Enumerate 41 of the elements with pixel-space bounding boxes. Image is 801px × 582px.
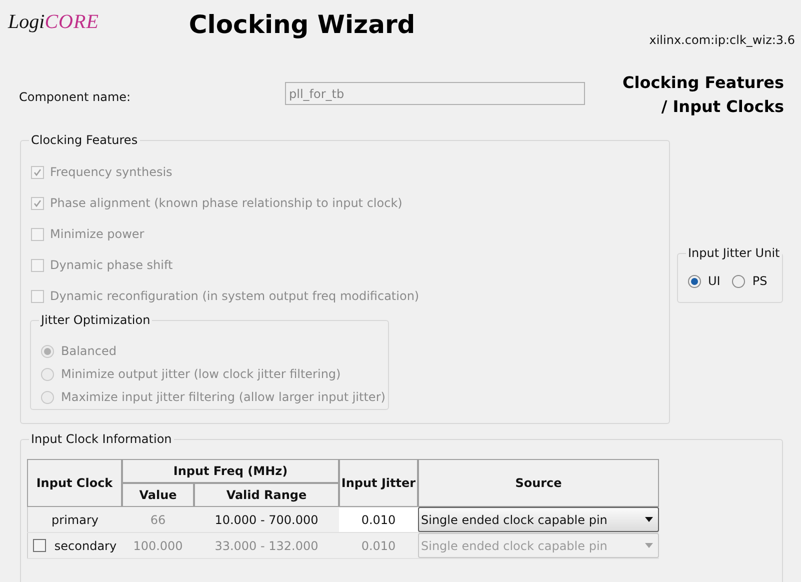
field-label: Component name: [19, 89, 132, 106]
radio-label: Maximize input jitter filtering (allow larger input jitter) [61, 389, 386, 406]
column-header: Input Jitter [339, 459, 418, 507]
version-label: xilinx.com:ip:clk_wiz:3.6 [649, 32, 795, 49]
checkbox-label: Phase alignment (known phase relationship to input clock) [50, 195, 402, 212]
column-header: Value [122, 483, 194, 507]
table-cell-text: 33.000 - 132.000 [214, 538, 318, 554]
radio-label: Balanced [61, 343, 116, 360]
checkbox-label: Dynamic phase shift [50, 257, 173, 274]
radio-label: Minimize output jitter (low clock jitter filtering) [61, 366, 341, 383]
radio-label: UI [708, 273, 720, 290]
table-cell-text: 100.000 [133, 538, 183, 554]
checkbox-label: Frequency synthesis [50, 164, 172, 181]
group-title: Input Jitter Unit [686, 245, 782, 261]
column-header: Input Freq (MHz) [122, 459, 339, 483]
window-title: Clocking Wizard [188, 9, 416, 41]
radio-button[interactable] [732, 274, 746, 288]
caret-icon [645, 543, 653, 548]
page-heading: Clocking Features / Input Clocks [622, 72, 784, 118]
source-dropdown[interactable]: Single ended clock capable pin [418, 507, 659, 532]
checkbox-label: Minimize power [50, 226, 144, 243]
radio-button[interactable] [688, 274, 701, 288]
group-title: Jitter Optimization [39, 312, 152, 328]
column-header: Input Clock [27, 459, 122, 507]
checkbox[interactable] [33, 539, 46, 552]
group-title: Input Clock Information [29, 431, 174, 447]
group-title: Clocking Features [29, 132, 140, 148]
checkmark-icon [33, 168, 42, 176]
caret-icon [645, 517, 653, 522]
table-cell-text: secondary [54, 538, 117, 554]
checkbox-label: Dynamic reconfiguration (in system output freq modification) [50, 288, 420, 305]
column-header: Valid Range [194, 483, 339, 507]
source-dropdown[interactable]: Single ended clock capable pin [418, 533, 659, 558]
jitter-field[interactable]: 0.010 [339, 508, 418, 532]
table-cell-text: 10.000 - 700.000 [214, 512, 318, 528]
radio-label: PS [752, 273, 768, 290]
logo: LogiCORE [8, 12, 99, 32]
checkmark-icon [33, 198, 42, 208]
column-header: Source [418, 459, 659, 507]
table-cell-text: primary [52, 512, 98, 528]
table-cell-text: 66 [150, 512, 166, 528]
